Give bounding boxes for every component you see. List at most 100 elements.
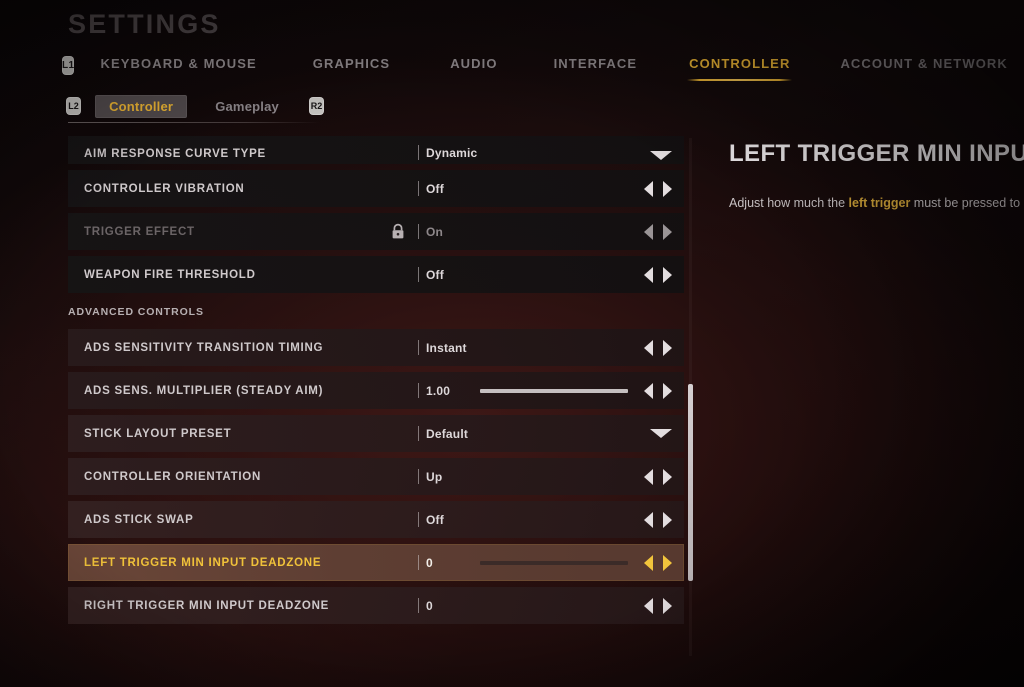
setting-row-stick-layout-preset[interactable]: STICK LAYOUT PRESET Default xyxy=(68,415,684,452)
arrow-left-icon[interactable] xyxy=(644,468,653,485)
l2-trigger-badge: L2 xyxy=(66,97,82,115)
active-tab-underline xyxy=(687,78,793,81)
sub-tab-bar: L2 Controller Gameplay R2 xyxy=(66,92,324,120)
setting-value: On xyxy=(426,224,444,239)
setting-value: 0 xyxy=(426,555,433,570)
value-stepper xyxy=(644,511,672,528)
arrow-right-icon[interactable] xyxy=(663,597,672,614)
tab-label: GRAPHICS xyxy=(312,55,391,71)
value-stepper xyxy=(644,339,672,356)
scrollbar-thumb[interactable] xyxy=(688,384,693,581)
page-title: SETTINGS xyxy=(68,9,221,39)
setting-row-ads-sensitivity-transition-timing[interactable]: ADS SENSITIVITY TRANSITION TIMING Instan… xyxy=(68,329,684,366)
subtab-label: Controller xyxy=(109,98,174,114)
value-divider xyxy=(418,145,419,160)
tab-keyboard-and-mouse[interactable]: KEYBOARD & MOUSE xyxy=(100,56,256,75)
setting-label: AIM RESPONSE CURVE TYPE xyxy=(84,148,266,160)
tab-account-and-network[interactable]: ACCOUNT & NETWORK xyxy=(840,56,1007,75)
slider-track[interactable] xyxy=(480,388,628,393)
setting-row-weapon-fire-threshold[interactable]: WEAPON FIRE THRESHOLD Off xyxy=(68,256,684,293)
tab-label: KEYBOARD & MOUSE xyxy=(100,55,257,71)
value-stepper xyxy=(644,597,672,614)
setting-label: ADS SENS. MULTIPLIER (STEADY AIM) xyxy=(84,384,324,397)
setting-row-left-trigger-min-input-deadzone[interactable]: LEFT TRIGGER MIN INPUT DEADZONE 0 xyxy=(68,544,684,581)
value-stepper xyxy=(644,180,672,197)
detail-desc-highlight: left trigger xyxy=(848,196,911,210)
setting-value: 0 xyxy=(426,598,433,613)
setting-label: WEAPON FIRE THRESHOLD xyxy=(84,268,256,281)
tab-controller[interactable]: CONTROLLER xyxy=(687,55,793,81)
setting-value: Off xyxy=(426,512,444,527)
subtab-divider xyxy=(68,122,320,123)
value-divider xyxy=(418,598,419,613)
setting-value: Instant xyxy=(426,340,467,355)
setting-label: CONTROLLER ORIENTATION xyxy=(84,470,262,483)
detail-desc-after: must be pressed to xyxy=(910,196,1021,210)
setting-label: CONTROLLER VIBRATION xyxy=(84,182,245,195)
detail-title: LEFT TRIGGER MIN INPUT xyxy=(729,140,1024,167)
setting-row-aim-response-curve-type[interactable]: AIM RESPONSE CURVE TYPE Dynamic xyxy=(68,136,684,164)
setting-label: ADS STICK SWAP xyxy=(84,513,194,526)
arrow-right-icon[interactable] xyxy=(663,382,672,399)
setting-label: RIGHT TRIGGER MIN INPUT DEADZONE xyxy=(84,599,330,612)
arrow-right-icon[interactable] xyxy=(663,180,672,197)
setting-value: Off xyxy=(426,267,444,282)
arrow-left-icon[interactable] xyxy=(644,266,653,283)
arrow-right-icon xyxy=(663,223,672,240)
setting-label: STICK LAYOUT PRESET xyxy=(84,427,232,440)
setting-row-controller-vibration[interactable]: CONTROLLER VIBRATION Off xyxy=(68,170,684,207)
arrow-left-icon[interactable] xyxy=(644,180,653,197)
value-stepper xyxy=(644,554,672,571)
settings-screen: SETTINGS L1 KEYBOARD & MOUSE GRAPHICS AU… xyxy=(0,0,1024,687)
setting-row-trigger-effect: TRIGGER EFFECT On xyxy=(68,213,684,250)
setting-row-ads-stick-swap[interactable]: ADS STICK SWAP Off xyxy=(68,501,684,538)
value-stepper xyxy=(644,468,672,485)
detail-desc-before: Adjust how much the xyxy=(729,196,849,210)
value-divider xyxy=(418,383,419,398)
arrow-left-icon[interactable] xyxy=(644,382,653,399)
setting-value: Up xyxy=(426,469,443,484)
setting-value: 1.00 xyxy=(426,383,451,398)
settings-list: AIM RESPONSE CURVE TYPE Dynamic CONTROLL… xyxy=(68,136,684,656)
chevron-down-icon[interactable] xyxy=(650,429,672,438)
tab-interface[interactable]: INTERFACE xyxy=(554,56,638,75)
chevron-down-icon[interactable] xyxy=(650,151,672,160)
main-tab-bar: L1 KEYBOARD & MOUSE GRAPHICS AUDIO INTER… xyxy=(62,52,1007,81)
detail-panel: LEFT TRIGGER MIN INPUT Adjust how much t… xyxy=(729,140,1024,212)
tab-label: INTERFACE xyxy=(553,55,638,71)
arrow-right-icon[interactable] xyxy=(663,511,672,528)
setting-label: LEFT TRIGGER MIN INPUT DEADZONE xyxy=(84,556,322,569)
value-divider xyxy=(418,267,419,282)
value-divider xyxy=(418,469,419,484)
arrow-left-icon[interactable] xyxy=(644,597,653,614)
arrow-right-icon[interactable] xyxy=(663,554,672,571)
value-divider xyxy=(418,512,419,527)
setting-row-right-trigger-min-input-deadzone[interactable]: RIGHT TRIGGER MIN INPUT DEADZONE 0 xyxy=(68,587,684,624)
tab-label: CONTROLLER xyxy=(689,55,791,71)
setting-value: Off xyxy=(426,181,444,196)
tab-audio[interactable]: AUDIO xyxy=(450,56,497,75)
lock-icon xyxy=(390,223,406,240)
setting-label: ADS SENSITIVITY TRANSITION TIMING xyxy=(84,341,324,354)
arrow-left-icon xyxy=(644,223,653,240)
value-divider xyxy=(418,555,419,570)
r2-trigger-badge: R2 xyxy=(308,97,324,115)
arrow-right-icon[interactable] xyxy=(663,468,672,485)
setting-row-controller-orientation[interactable]: CONTROLLER ORIENTATION Up xyxy=(68,458,684,495)
arrow-left-icon[interactable] xyxy=(644,554,653,571)
value-stepper xyxy=(644,223,672,240)
tab-label: AUDIO xyxy=(450,55,498,71)
detail-description: Adjust how much the left trigger must be… xyxy=(729,194,1024,212)
setting-label: TRIGGER EFFECT xyxy=(84,225,195,238)
subtab-controller[interactable]: Controller xyxy=(95,94,188,118)
setting-row-ads-sens-multiplier-steady-aim[interactable]: ADS SENS. MULTIPLIER (STEADY AIM) 1.00 xyxy=(68,372,684,409)
tab-graphics[interactable]: GRAPHICS xyxy=(313,56,390,75)
value-stepper xyxy=(644,382,672,399)
setting-value: Default xyxy=(426,426,469,441)
arrow-left-icon[interactable] xyxy=(644,511,653,528)
arrow-left-icon[interactable] xyxy=(644,339,653,356)
arrow-right-icon[interactable] xyxy=(663,266,672,283)
arrow-right-icon[interactable] xyxy=(663,339,672,356)
slider-track[interactable] xyxy=(480,560,628,565)
subtab-gameplay[interactable]: Gameplay xyxy=(201,95,293,118)
